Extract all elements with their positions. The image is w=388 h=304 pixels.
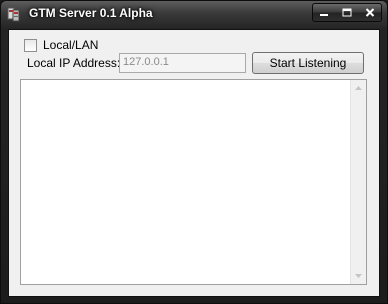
ip-address-label: Local IP Address: <box>27 56 121 70</box>
chevron-down-icon <box>355 274 362 278</box>
local-lan-label[interactable]: Local/LAN <box>43 38 98 52</box>
local-lan-option[interactable]: Local/LAN <box>24 37 98 53</box>
close-icon <box>365 8 374 17</box>
scroll-up-button[interactable] <box>351 80 366 96</box>
vertical-scrollbar[interactable] <box>350 80 366 284</box>
scroll-down-button[interactable] <box>351 268 366 284</box>
start-listening-button[interactable]: Start Listening <box>252 52 364 74</box>
maximize-button[interactable] <box>335 3 359 22</box>
log-textbox[interactable] <box>20 79 367 285</box>
minimize-button[interactable] <box>312 3 336 22</box>
minimize-icon <box>320 13 328 16</box>
client-area: Local/LAN Local IP Address: 127.0.0.1 St… <box>8 29 380 297</box>
title-bar[interactable]: GTM Server 0.1 Alpha <box>1 1 387 29</box>
app-window: GTM Server 0.1 Alpha Local/LAN Local IP … <box>0 0 388 304</box>
ip-address-field[interactable]: 127.0.0.1 <box>119 53 246 73</box>
local-lan-checkbox[interactable] <box>24 38 37 52</box>
window-title: GTM Server 0.1 Alpha <box>29 6 153 20</box>
maximize-icon <box>342 8 351 17</box>
app-icon[interactable] <box>7 6 23 22</box>
close-button[interactable] <box>358 3 382 22</box>
chevron-up-icon <box>355 86 362 90</box>
